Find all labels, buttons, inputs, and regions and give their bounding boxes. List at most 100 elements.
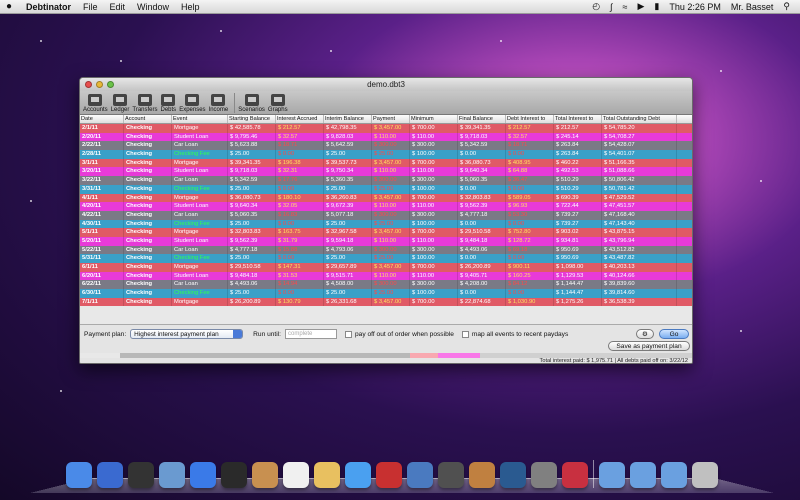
- menu-app[interactable]: Debtinator: [26, 2, 71, 12]
- toolbar-scenarios[interactable]: Scenarios: [238, 94, 265, 114]
- app-store-icon[interactable]: [97, 462, 123, 488]
- toolbar-income[interactable]: Income: [209, 94, 228, 114]
- table-row[interactable]: 3/31/11 Checking Checking Fee $ 25.00 $ 0.00…: [80, 184, 692, 194]
- toolbar-expenses[interactable]: Expenses: [179, 94, 206, 114]
- pay-out-of-order-checkbox[interactable]: [345, 330, 353, 338]
- menu-clock[interactable]: Thu 2:26 PM: [669, 2, 721, 12]
- column-header[interactable]: Date: [80, 115, 124, 123]
- cell-payment: $ 25.00: [372, 184, 410, 194]
- table-row[interactable]: 5/31/11 Checking Checking Fee $ 25.00 $ 0.00…: [80, 254, 692, 263]
- cell-event: Car Loan: [172, 141, 228, 151]
- table-row[interactable]: 3/22/11 Checking Car Loan $ 5,342.59 $ 17.76…: [80, 176, 692, 185]
- column-header[interactable]: Minimum: [410, 115, 458, 123]
- options-button[interactable]: ⚙: [636, 329, 654, 339]
- cell-interest-accrued: $ 32.31: [276, 167, 324, 177]
- cell-total-debt: $ 54,785.20: [602, 124, 677, 133]
- schedule-table[interactable]: 2/1/11 Checking Mortgage $ 42,585.78 $ 212.5…: [80, 124, 692, 324]
- table-row[interactable]: 5/1/11 Checking Mortgage $ 32,803.83 $ 163.7…: [80, 228, 692, 237]
- payment-plan-select[interactable]: Highest interest payment plan: [130, 329, 244, 339]
- table-row[interactable]: 3/1/11 Checking Mortgage $ 39,341.35 $ 196.3…: [80, 158, 692, 168]
- bluetooth-menu-icon[interactable]: ∫: [610, 2, 612, 12]
- cell-final-balance: $ 32,803.83: [458, 193, 506, 203]
- table-row[interactable]: 6/22/11 Checking Car Loan $ 4,493.06 $ 14.94…: [80, 280, 692, 290]
- system-preferences-icon[interactable]: [531, 462, 557, 488]
- table-row[interactable]: 6/30/11 Checking Checking Fee $ 25.00 $ 0.00…: [80, 289, 692, 298]
- table-row[interactable]: 4/30/11 Checking Checking Fee $ 25.00 $ 0.00…: [80, 219, 692, 229]
- cell-interim-balance: $ 25.00: [324, 184, 372, 194]
- finder-icon[interactable]: [66, 462, 92, 488]
- facetime-icon[interactable]: [221, 462, 247, 488]
- column-header[interactable]: Interim Balance: [324, 115, 372, 123]
- table-row[interactable]: 3/20/11 Checking Student Loan $ 9,718.03 $ 3…: [80, 167, 692, 177]
- cell-debt-interest: $ 408.95: [506, 158, 554, 168]
- ical-icon[interactable]: [283, 462, 309, 488]
- table-row[interactable]: 2/28/11 Checking Checking Fee $ 25.00 $ 0.00…: [80, 150, 692, 159]
- address-book-icon[interactable]: [252, 462, 278, 488]
- column-header[interactable]: Debt Interest to: [506, 115, 554, 123]
- garageband-icon[interactable]: [469, 462, 495, 488]
- column-header[interactable]: Account: [124, 115, 172, 123]
- volume-menu-icon[interactable]: ▶: [637, 1, 644, 12]
- table-row[interactable]: 2/22/11 Checking Car Loan $ 5,623.88 $ 18.71…: [80, 141, 692, 151]
- time-machine-menu-icon[interactable]: ◴: [592, 1, 600, 12]
- table-row[interactable]: 4/22/11 Checking Car Loan $ 5,060.35 $ 16.83…: [80, 210, 692, 220]
- table-row[interactable]: 7/1/11 Checking Mortgage $ 26,200.89 $ 130.7…: [80, 297, 692, 307]
- cell-minimum: $ 700.00: [410, 228, 458, 237]
- table-row[interactable]: 5/20/11 Checking Student Loan $ 9,562.39 $ 3…: [80, 236, 692, 246]
- imovie-icon[interactable]: [438, 462, 464, 488]
- table-row[interactable]: 2/20/11 Checking Student Loan $ 9,795.46 $ 3…: [80, 132, 692, 142]
- menu-help[interactable]: Help: [181, 2, 200, 12]
- mail-icon[interactable]: [159, 462, 185, 488]
- itunes-icon[interactable]: [345, 462, 371, 488]
- toolbar-ledger[interactable]: Ledger: [111, 94, 129, 114]
- dashboard-icon[interactable]: [128, 462, 154, 488]
- go-button[interactable]: Go: [659, 329, 689, 339]
- column-header[interactable]: Interest Accrued: [276, 115, 324, 123]
- column-header[interactable]: Payment: [372, 115, 410, 123]
- trash-icon[interactable]: [692, 462, 718, 488]
- cell-payment: $ 110.00: [372, 202, 410, 211]
- downloads-folder-icon[interactable]: [661, 462, 687, 488]
- toolbar-graphs[interactable]: Graphs: [268, 94, 288, 114]
- toolbar-transfers[interactable]: Transfers: [132, 94, 158, 114]
- cell-interim-balance: $ 9,672.39: [324, 202, 372, 211]
- apple-menu-icon[interactable]: ●: [6, 1, 18, 12]
- cell-payment: $ 300.00: [372, 245, 410, 255]
- menu-window[interactable]: Window: [137, 2, 169, 12]
- map-events-checkbox[interactable]: [461, 330, 469, 338]
- time-machine-icon[interactable]: [500, 462, 526, 488]
- run-until-input[interactable]: complete: [285, 329, 338, 339]
- cell-total-interest: $ 722.44: [554, 202, 602, 211]
- iphoto-icon[interactable]: [407, 462, 433, 488]
- table-row[interactable]: 2/1/11 Checking Mortgage $ 42,585.78 $ 212.5…: [80, 124, 692, 133]
- wifi-menu-icon[interactable]: ≈: [623, 2, 628, 12]
- table-row[interactable]: 4/1/11 Checking Mortgage $ 36,080.73 $ 180.1…: [80, 193, 692, 203]
- menu-file[interactable]: File: [83, 2, 98, 12]
- spotlight-icon[interactable]: ⚲: [783, 1, 790, 12]
- column-header[interactable]: Event: [172, 115, 228, 123]
- cell-debt-interest: $ 53.30: [506, 210, 554, 220]
- documents-folder-icon[interactable]: [630, 462, 656, 488]
- cell-debt-interest: $ 752.80: [506, 228, 554, 237]
- photo-booth-icon[interactable]: [376, 462, 402, 488]
- column-header[interactable]: Final Balance: [458, 115, 506, 123]
- toolbar-accounts[interactable]: Accounts: [83, 94, 108, 114]
- battery-menu-icon[interactable]: ▮: [654, 1, 659, 12]
- safari-icon[interactable]: [190, 462, 216, 488]
- column-header[interactable]: Starting Balance: [228, 115, 276, 123]
- menu-edit[interactable]: Edit: [110, 2, 126, 12]
- column-header[interactable]: Total Interest to: [554, 115, 602, 123]
- applications-folder-icon[interactable]: [599, 462, 625, 488]
- table-row[interactable]: 5/22/11 Checking Car Loan $ 4,777.18 $ 15.88…: [80, 245, 692, 255]
- table-row[interactable]: 6/1/11 Checking Mortgage $ 29,510.58 $ 147.3…: [80, 263, 692, 272]
- table-row[interactable]: 6/20/11 Checking Student Loan $ 9,484.18 $ 3…: [80, 271, 692, 281]
- table-row[interactable]: 4/20/11 Checking Student Loan $ 9,640.34 $ 3…: [80, 202, 692, 211]
- toolbar-debts[interactable]: Debts: [161, 94, 176, 114]
- save-as-payment-plan-button[interactable]: Save as payment plan: [608, 341, 690, 351]
- cell-event: Checking Fee: [172, 289, 228, 298]
- column-header[interactable]: Total Outstanding Debt: [602, 115, 677, 123]
- preview-icon[interactable]: [314, 462, 340, 488]
- menu-user[interactable]: Mr. Basset: [731, 2, 774, 12]
- debtinator-icon[interactable]: [562, 462, 588, 488]
- cell-starting-balance: $ 5,623.88: [228, 141, 276, 151]
